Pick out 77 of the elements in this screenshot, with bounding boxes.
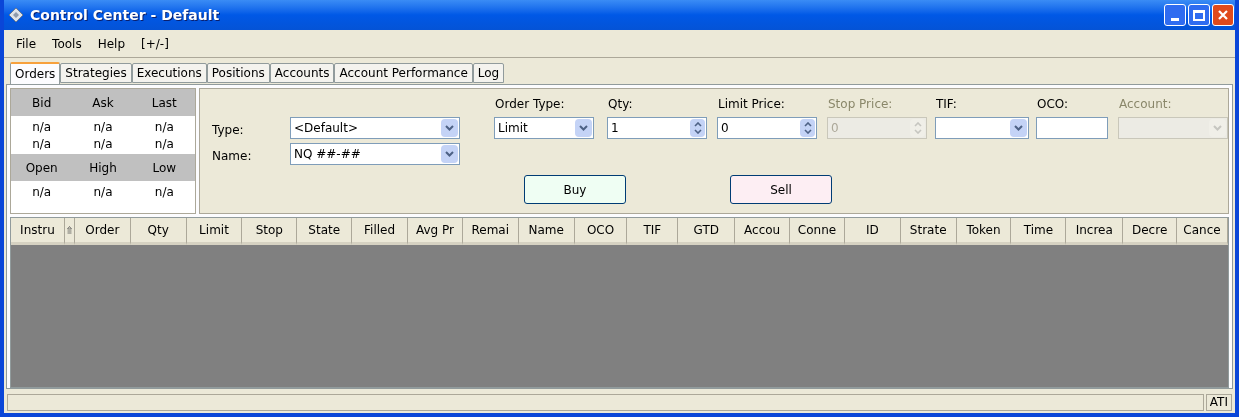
tab[interactable]: Positions bbox=[206, 63, 270, 83]
quote-header: Open bbox=[24, 159, 59, 177]
column-header[interactable]: Name bbox=[518, 218, 575, 245]
spin-field[interactable]: 1 bbox=[607, 117, 707, 139]
field-label: OCO: bbox=[1036, 96, 1070, 113]
column-header[interactable]: Order bbox=[74, 218, 131, 245]
status-text: ATI bbox=[1205, 393, 1232, 411]
field-label: Stop Price: bbox=[827, 96, 894, 113]
field-label: Account: bbox=[1118, 96, 1173, 113]
quote-value: n/a bbox=[153, 184, 175, 201]
field-label: Order Type: bbox=[494, 96, 566, 113]
dropdown-field[interactable] bbox=[935, 117, 1029, 139]
tab[interactable]: Account Performance bbox=[334, 63, 473, 83]
quote-value: n/a bbox=[153, 119, 175, 136]
quote-header: Low bbox=[151, 159, 178, 177]
spin-arrows-icon[interactable] bbox=[800, 119, 815, 137]
column-header[interactable]: Remai bbox=[462, 218, 519, 245]
close-icon bbox=[1217, 9, 1229, 21]
field-label: Name: bbox=[212, 148, 253, 165]
sell-button[interactable]: Sell bbox=[730, 175, 832, 204]
column-header[interactable]: Instru bbox=[11, 218, 65, 245]
quote-value: n/a bbox=[31, 184, 53, 201]
quote-value: n/a bbox=[31, 119, 53, 136]
quote-header: Bid bbox=[31, 94, 53, 112]
menu-item[interactable]: Help bbox=[91, 34, 131, 53]
buy-button[interactable]: Buy bbox=[524, 175, 626, 204]
menu-item[interactable]: File bbox=[10, 34, 43, 53]
tab[interactable]: Strategies bbox=[60, 63, 132, 83]
quote-value: n/a bbox=[92, 184, 114, 201]
field-label: TIF: bbox=[935, 96, 958, 113]
column-header[interactable]: Filled bbox=[352, 218, 408, 245]
quote-header: Ask bbox=[91, 94, 115, 112]
close-button[interactable] bbox=[1212, 4, 1234, 26]
quote-header: Last bbox=[150, 94, 178, 112]
column-header[interactable]: Limit bbox=[186, 218, 243, 245]
column-header[interactable]: GTD bbox=[678, 218, 736, 245]
minimize-button[interactable] bbox=[1164, 4, 1186, 26]
quote-header: High bbox=[88, 159, 118, 177]
window-title: Control Center - Default bbox=[30, 5, 221, 25]
column-header[interactable]: ID bbox=[844, 218, 901, 245]
column-header[interactable]: Accou bbox=[735, 218, 791, 245]
column-header[interactable]: Avg Pr bbox=[408, 218, 463, 245]
tab[interactable]: Log bbox=[472, 63, 505, 83]
column-header[interactable]: Strate bbox=[900, 218, 957, 245]
quote-value: n/a bbox=[153, 136, 175, 153]
dropdown-field[interactable]: NQ ##-## bbox=[290, 143, 460, 165]
column-header[interactable]: Decre bbox=[1123, 218, 1178, 245]
menu-item[interactable]: Tools bbox=[46, 34, 88, 53]
column-header[interactable]: Increa bbox=[1066, 218, 1124, 245]
column-header[interactable]: Token bbox=[956, 218, 1012, 245]
input-field[interactable] bbox=[1036, 117, 1108, 139]
column-header[interactable]: TIF bbox=[627, 218, 679, 245]
sort-icon bbox=[66, 226, 72, 234]
tab[interactable]: Executions bbox=[131, 63, 207, 83]
tab[interactable]: Accounts bbox=[269, 63, 335, 83]
field-label: Type: bbox=[212, 122, 245, 139]
spin-arrows-icon[interactable] bbox=[690, 119, 705, 137]
column-header[interactable]: Time bbox=[1011, 218, 1067, 245]
quote-value: n/a bbox=[31, 136, 53, 153]
column-header[interactable]: State bbox=[297, 218, 353, 245]
column-header[interactable]: Stop bbox=[242, 218, 298, 245]
maximize-button[interactable] bbox=[1188, 4, 1210, 26]
column-header[interactable]: Cance bbox=[1177, 218, 1228, 245]
dropdown-field[interactable]: Limit bbox=[494, 117, 594, 139]
column-header[interactable]: Conne bbox=[790, 218, 845, 245]
column-header[interactable] bbox=[64, 218, 75, 245]
dropdown-field[interactable]: <Default> bbox=[290, 117, 460, 139]
menu-item[interactable]: [+/-] bbox=[135, 34, 175, 53]
column-header[interactable]: Qty bbox=[130, 218, 187, 245]
diamond-icon bbox=[8, 7, 24, 23]
field-label: Limit Price: bbox=[717, 96, 786, 113]
spin-field[interactable]: 0 bbox=[717, 117, 817, 139]
tab[interactable]: Orders bbox=[10, 62, 61, 84]
column-header[interactable]: OCO bbox=[574, 218, 628, 245]
quote-value: n/a bbox=[92, 136, 114, 153]
field-label: Qty: bbox=[607, 96, 634, 113]
quote-value: n/a bbox=[92, 119, 114, 136]
